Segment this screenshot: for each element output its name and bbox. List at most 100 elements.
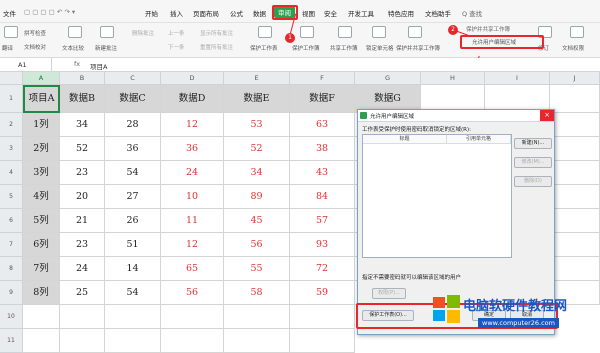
row-header-3[interactable]: 3 [0, 137, 23, 161]
cell-empty[interactable] [550, 161, 600, 185]
table-cell[interactable]: 56 [161, 281, 224, 305]
share-workbook-icon[interactable] [338, 26, 352, 38]
name-box[interactable]: A1 [0, 58, 52, 71]
cell-empty[interactable] [224, 305, 290, 329]
col-header-d[interactable]: D [161, 72, 224, 85]
col-title-header[interactable]: 标题 [363, 135, 447, 144]
row-header-4[interactable]: 4 [0, 161, 23, 185]
cell-empty[interactable] [105, 329, 161, 353]
table-cell[interactable]: 7列 [23, 257, 60, 281]
ribbon-doc-permission[interactable]: 文档权限 [562, 44, 584, 52]
quick-access-icons[interactable]: ▢ ▢ ▢ ▢ ↶ ↷ ▾ [24, 8, 75, 16]
table-cell[interactable]: 27 [105, 185, 161, 209]
cell-empty[interactable] [161, 329, 224, 353]
ribbon-proofread[interactable]: 文档校对 [24, 43, 46, 51]
cell-empty[interactable] [161, 305, 224, 329]
close-icon[interactable]: × [540, 110, 554, 121]
table-cell[interactable]: 25 [60, 281, 105, 305]
table-cell[interactable]: 54 [105, 161, 161, 185]
protect-share-icon[interactable] [408, 26, 422, 38]
ribbon-spellcheck[interactable]: 拼写检查 [24, 29, 46, 37]
col-header-g[interactable]: G [355, 72, 421, 85]
cell-empty[interactable] [550, 233, 600, 257]
table-cell[interactable]: 34 [60, 113, 105, 137]
table-cell[interactable]: 8列 [23, 281, 60, 305]
protect-sheet-button[interactable]: 保护工作表(O)... [362, 310, 414, 321]
tab-data[interactable]: 数据 [253, 8, 266, 18]
tab-insert[interactable]: 插入 [170, 8, 183, 18]
table-cell[interactable]: 52 [224, 137, 290, 161]
cell-empty[interactable] [550, 209, 600, 233]
row-header-8[interactable]: 8 [0, 257, 23, 281]
table-cell[interactable]: 20 [60, 185, 105, 209]
cell-d1[interactable]: 数据D [161, 85, 224, 113]
cell-empty[interactable] [550, 185, 600, 209]
ribbon-prev[interactable]: 上一条 [168, 29, 185, 37]
table-cell[interactable]: 24 [161, 161, 224, 185]
table-cell[interactable]: 36 [161, 137, 224, 161]
cell-empty[interactable] [550, 257, 600, 281]
modify-button[interactable]: 修改(M)... [514, 157, 552, 168]
col-header-h[interactable]: H [421, 72, 485, 85]
cell-empty[interactable] [290, 305, 355, 329]
table-cell[interactable]: 28 [105, 113, 161, 137]
cell-empty[interactable] [224, 329, 290, 353]
ribbon-protect-workbook[interactable]: 保护工作簿 [292, 44, 320, 52]
table-cell[interactable]: 55 [224, 257, 290, 281]
ribbon-translate[interactable]: 翻译 [2, 44, 13, 52]
lock-cell-icon[interactable] [372, 26, 386, 38]
table-cell[interactable]: 36 [105, 137, 161, 161]
table-cell[interactable]: 53 [224, 113, 290, 137]
tab-home[interactable]: 开始 [145, 8, 158, 18]
table-cell[interactable]: 52 [60, 137, 105, 161]
ribbon-lock-cell[interactable]: 锁定单元格 [366, 44, 394, 52]
table-cell[interactable]: 54 [105, 281, 161, 305]
table-cell[interactable]: 43 [290, 161, 355, 185]
table-cell[interactable]: 2列 [23, 137, 60, 161]
table-cell[interactable]: 14 [105, 257, 161, 281]
protect-sheet-icon[interactable] [258, 26, 272, 38]
row-header-5[interactable]: 5 [0, 185, 23, 209]
row-header-2[interactable]: 2 [0, 113, 23, 137]
permission-button[interactable]: 权限(P)... [372, 288, 406, 299]
tab-page-layout[interactable]: 页面布局 [193, 8, 219, 18]
table-cell[interactable]: 89 [224, 185, 290, 209]
col-header-c[interactable]: C [105, 72, 161, 85]
table-cell[interactable]: 57 [290, 209, 355, 233]
cell-empty[interactable] [550, 113, 600, 137]
cell-b1[interactable]: 数据B [60, 85, 105, 113]
col-ref-header[interactable]: 引用单元格 [447, 135, 511, 144]
delete-button[interactable]: 删除(D) [514, 176, 552, 187]
table-cell[interactable]: 4列 [23, 185, 60, 209]
search-box[interactable]: Q 查找 [462, 8, 482, 18]
compare-icon[interactable] [68, 26, 82, 38]
cell-e1[interactable]: 数据E [224, 85, 290, 113]
col-header-i[interactable]: I [485, 72, 550, 85]
table-cell[interactable]: 11 [161, 209, 224, 233]
ribbon-delete-comment[interactable]: 删除批注 [132, 29, 154, 37]
cell-j1[interactable] [550, 85, 600, 113]
table-cell[interactable]: 65 [161, 257, 224, 281]
ribbon-next[interactable]: 下一条 [168, 43, 185, 51]
ribbon-share-workbook[interactable]: 共享工作簿 [330, 44, 358, 52]
cell-a1[interactable]: 项目A [23, 85, 60, 113]
table-cell[interactable]: 12 [161, 233, 224, 257]
col-header-a[interactable]: A [23, 72, 60, 85]
table-cell[interactable]: 84 [290, 185, 355, 209]
ribbon-protect-sheet[interactable]: 保护工作表 [250, 44, 278, 52]
tab-developer[interactable]: 开发工具 [348, 8, 374, 18]
ribbon-protect-share-2[interactable]: 保护并共享工作簿 [466, 25, 510, 33]
tab-security[interactable]: 安全 [324, 8, 337, 18]
table-cell[interactable]: 56 [224, 233, 290, 257]
translate-icon[interactable] [4, 26, 18, 38]
table-cell[interactable]: 5列 [23, 209, 60, 233]
table-cell[interactable]: 34 [224, 161, 290, 185]
table-cell[interactable]: 72 [290, 257, 355, 281]
tab-view[interactable]: 视图 [302, 8, 315, 18]
table-cell[interactable]: 6列 [23, 233, 60, 257]
table-cell[interactable]: 24 [60, 257, 105, 281]
table-cell[interactable]: 58 [224, 281, 290, 305]
cell-empty[interactable] [105, 305, 161, 329]
table-cell[interactable]: 63 [290, 113, 355, 137]
col-header-j[interactable]: J [550, 72, 600, 85]
